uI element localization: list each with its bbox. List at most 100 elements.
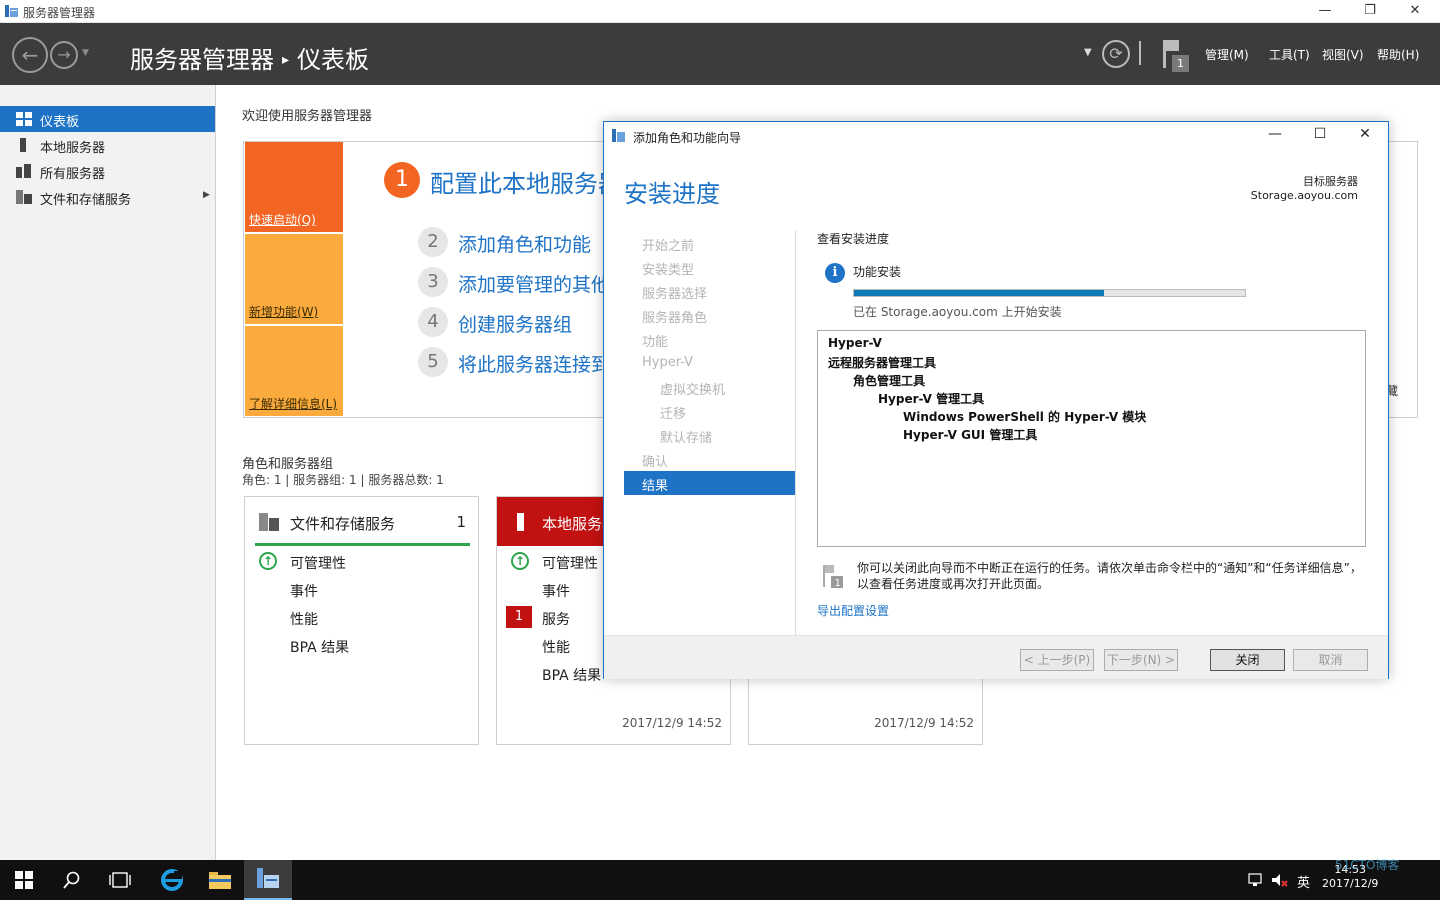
step-2-link[interactable]: 添加角色和功能	[458, 230, 591, 257]
header-dropdown-icon[interactable]: ▼	[1084, 47, 1092, 58]
server-icon	[517, 513, 524, 531]
forward-button[interactable]: →	[50, 41, 78, 69]
cancel-button[interactable]: 取消	[1293, 649, 1368, 671]
wizard-nav-migration[interactable]: 迁移	[624, 399, 795, 423]
sidebar-item-label: 本地服务器	[40, 141, 106, 156]
menu-manage[interactable]: 管理(M)	[1205, 46, 1249, 63]
step-1-link[interactable]: 配置此本地服务器	[430, 164, 622, 199]
tile-label: 新增功能(W)	[249, 305, 319, 319]
watermark: 51CTO博客	[1335, 858, 1400, 872]
internet-explorer-icon	[161, 869, 183, 891]
ok-arrow-icon: ↑	[259, 552, 277, 570]
card-timestamp: 2017/12/9 14:52	[622, 716, 722, 730]
card-row-performance[interactable]: 性能	[290, 609, 318, 629]
wizard-nav-features[interactable]: 功能	[624, 327, 795, 351]
dialog-close-button[interactable]: ✕	[1342, 126, 1388, 146]
card-title: 文件和存储服务	[290, 515, 396, 533]
close-note: 你可以关闭此向导而不中断正在运行的任务。请依次单击命令栏中的“通知”和“任务详细…	[857, 561, 1362, 591]
sidebar-item-label: 文件和存储服务	[40, 193, 132, 208]
wizard-nav-default-storage[interactable]: 默认存储	[624, 423, 795, 447]
wizard-icon	[612, 129, 625, 142]
tile-learn-more[interactable]: 了解详细信息(L)	[245, 326, 343, 416]
export-config-link[interactable]: 导出配置设置	[817, 602, 889, 619]
search-button[interactable]	[48, 860, 96, 900]
dialog-titlebar: 添加角色和功能向导 — ☐ ✕	[604, 122, 1388, 150]
server-manager-icon	[5, 5, 18, 17]
card-row-manageability[interactable]: 可管理性	[542, 553, 598, 573]
tile-whats-new[interactable]: 新增功能(W)	[245, 234, 343, 324]
notifications-count: 1	[1172, 55, 1189, 72]
notification-flag-icon: 1	[823, 565, 843, 589]
wizard-nav-results[interactable]: 结果	[624, 471, 795, 495]
sidebar-item-label: 所有服务器	[40, 167, 106, 182]
taskbar-file-explorer[interactable]	[196, 860, 244, 900]
menu-tools[interactable]: 工具(T)	[1269, 46, 1310, 63]
sidebar-item-all-servers[interactable]: 所有服务器	[0, 158, 215, 184]
ime-indicator[interactable]: 英	[1297, 872, 1310, 891]
wizard-nav-confirm[interactable]: 确认	[624, 447, 795, 471]
task-view-icon	[109, 872, 131, 888]
back-button[interactable]: ←	[12, 37, 48, 73]
history-dropdown-icon[interactable]: ▼	[82, 48, 89, 58]
breadcrumb: 服务器管理器 ▸ 仪表板	[130, 40, 369, 75]
role-card-file-storage[interactable]: 文件和存储服务 1 ↑ 可管理性 事件 性能 BPA 结果	[244, 496, 479, 745]
tile-label: 快速启动(Q)	[249, 213, 316, 227]
card-row-manageability[interactable]: 可管理性	[290, 553, 346, 573]
taskbar-ie[interactable]	[148, 860, 196, 900]
header-bar: ← → ▼ 服务器管理器 ▸ 仪表板 ▼ ⟳ 1 管理(M) 工具(T) 视图(V)…	[0, 23, 1440, 85]
expand-arrow-icon[interactable]: ▶	[203, 190, 210, 200]
wizard-nav-before-begin[interactable]: 开始之前	[624, 231, 795, 255]
dialog-title: 添加角色和功能向导	[633, 131, 742, 145]
step-4-link[interactable]: 创建服务器组	[458, 310, 572, 337]
dialog-footer: < 上一步(P) 下一步(N) > 关闭 取消	[604, 635, 1388, 679]
card-row-events[interactable]: 事件	[542, 581, 570, 601]
wizard-nav-server-selection[interactable]: 服务器选择	[624, 279, 795, 303]
taskbar-server-manager[interactable]	[244, 860, 292, 900]
wizard-nav-virtual-switch[interactable]: 虚拟交换机	[624, 375, 795, 399]
feature-item: 角色管理工具	[853, 374, 926, 388]
taskbar: 英 14:53 2017/12/9	[0, 860, 1440, 900]
breadcrumb-root[interactable]: 服务器管理器	[130, 46, 274, 74]
sidebar-item-dashboard[interactable]: 仪表板	[0, 106, 215, 132]
card-header[interactable]: 文件和存储服务 1	[245, 497, 478, 546]
sidebar-item-local-server[interactable]: 本地服务器	[0, 132, 215, 158]
back-arrow-icon: ←	[21, 43, 39, 67]
wizard-nav-install-type[interactable]: 安装类型	[624, 255, 795, 279]
tile-label: 了解详细信息(L)	[249, 397, 338, 411]
volume-muted-icon[interactable]	[1271, 873, 1289, 887]
dialog-minimize-button[interactable]: —	[1252, 126, 1298, 146]
dialog-maximize-button[interactable]: ☐	[1297, 126, 1343, 146]
sidebar-item-file-storage[interactable]: 文件和存储服务 ▶	[0, 184, 215, 210]
feature-listbox[interactable]: Hyper-V 远程服务器管理工具 角色管理工具 Hyper-V 管理工具 Window…	[817, 330, 1366, 547]
tile-quick-start[interactable]: 快速启动(Q)	[245, 142, 343, 232]
card-row-bpa[interactable]: BPA 结果	[542, 665, 601, 685]
notifications-flag-icon[interactable]: 1	[1160, 38, 1190, 72]
wizard-nav-server-roles[interactable]: 服务器角色	[624, 303, 795, 327]
network-icon[interactable]	[1248, 873, 1266, 887]
start-button[interactable]	[0, 860, 48, 900]
close-dialog-button[interactable]: 关闭	[1210, 649, 1285, 671]
clock-date: 2017/12/9	[1322, 877, 1379, 890]
menu-view[interactable]: 视图(V)	[1322, 46, 1364, 63]
minimize-button[interactable]: —	[1302, 0, 1348, 22]
task-view-button[interactable]	[96, 860, 144, 900]
prev-button[interactable]: < 上一步(P)	[1020, 649, 1094, 671]
card-row-services[interactable]: 服务	[542, 609, 570, 629]
close-button[interactable]: ✕	[1392, 0, 1438, 22]
status-bar	[255, 543, 470, 546]
wizard-nav-hyper-v[interactable]: Hyper-V	[624, 351, 795, 375]
restore-button[interactable]: ❐	[1347, 0, 1393, 22]
refresh-icon[interactable]: ⟳	[1102, 40, 1130, 68]
next-button[interactable]: 下一步(N) >	[1104, 649, 1178, 671]
alert-count-badge: 1	[506, 606, 532, 628]
roles-title: 角色和服务器组	[242, 457, 334, 472]
progress-fill	[854, 290, 1105, 296]
step-5-badge: 5	[418, 347, 448, 377]
progress-label: 功能安装	[853, 265, 902, 279]
menu-help[interactable]: 帮助(H)	[1377, 46, 1419, 63]
welcome-title: 欢迎使用服务器管理器	[242, 109, 373, 124]
card-row-performance[interactable]: 性能	[542, 637, 570, 657]
card-row-bpa[interactable]: BPA 结果	[290, 637, 349, 657]
card-row-events[interactable]: 事件	[290, 581, 318, 601]
ok-arrow-icon: ↑	[511, 552, 529, 570]
